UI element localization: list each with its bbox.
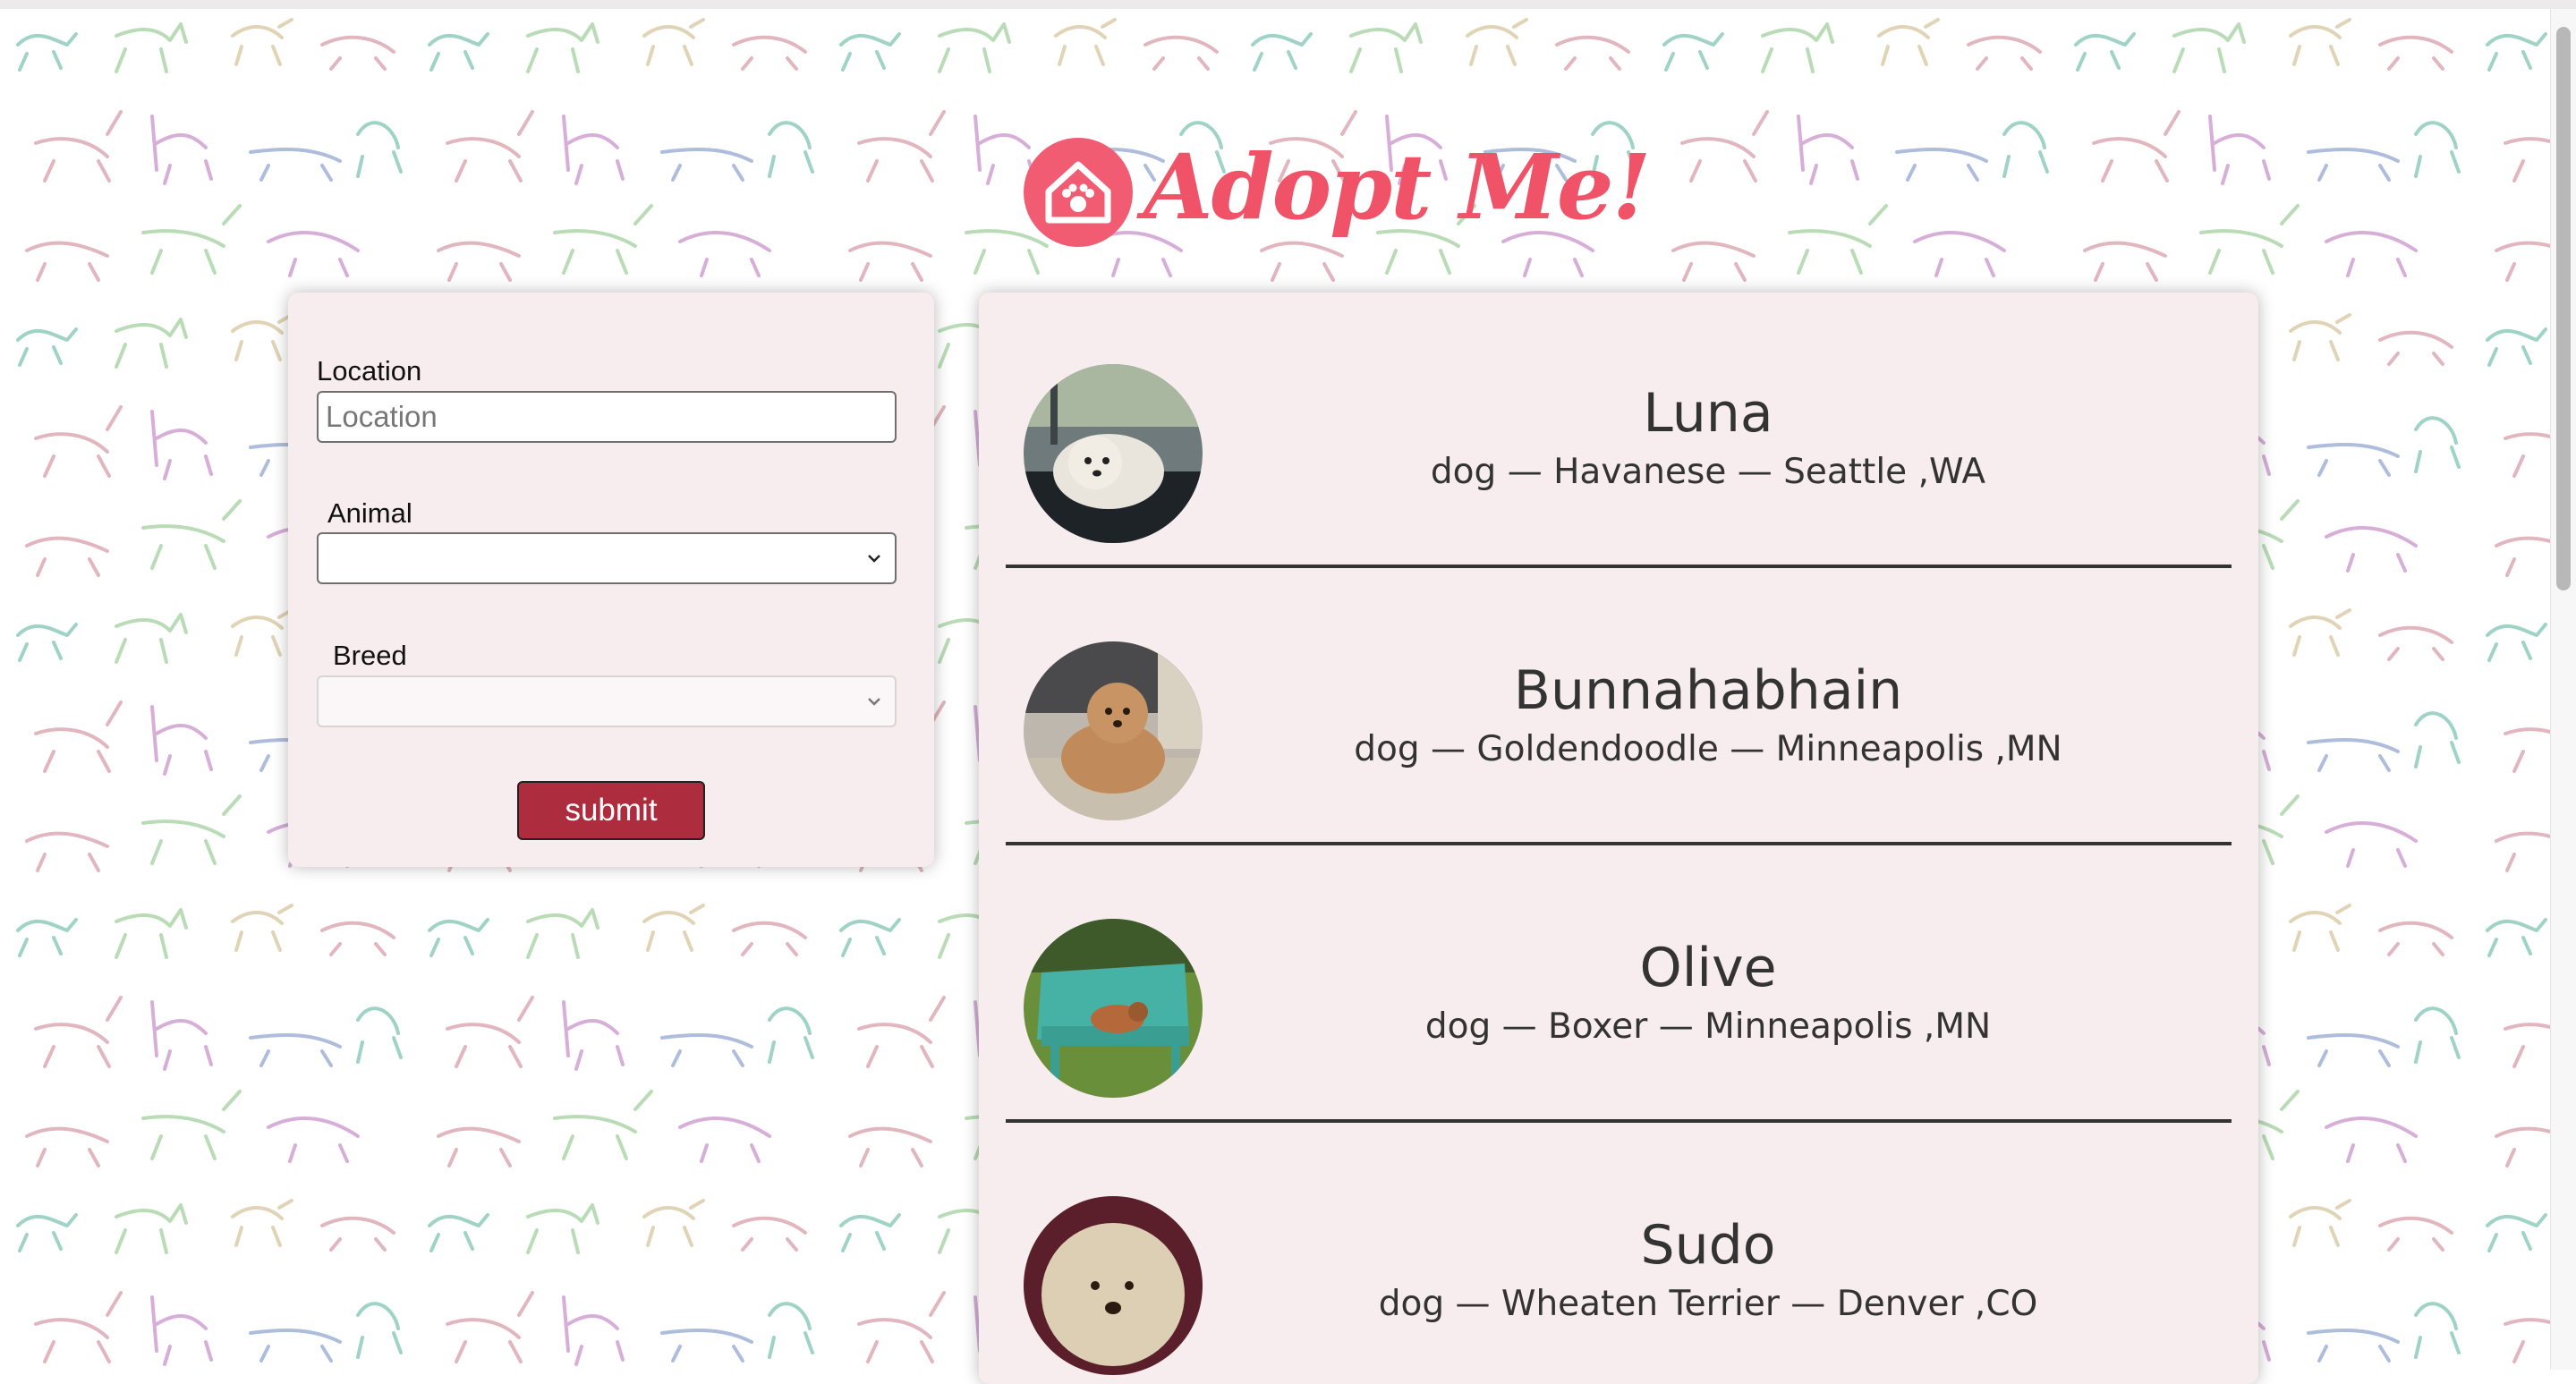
- divider: [1006, 842, 2232, 845]
- pet-name: Olive: [1639, 937, 1777, 999]
- pet-name: Luna: [1643, 382, 1773, 445]
- pet-info: dog — Havanese — Seattle ,WA: [1430, 452, 1986, 492]
- pet-card[interactable]: Bunnahabhain dog — Goldendoodle — Minnea…: [1006, 570, 2232, 845]
- pet-info: dog — Goldendoodle — Minneapolis ,MN: [1354, 729, 2062, 769]
- chevron-down-icon: [868, 555, 880, 563]
- pet-photo-luna: [1024, 364, 1203, 543]
- scrollbar-thumb[interactable]: [2556, 27, 2571, 590]
- pet-photo-olive: [1024, 919, 1203, 1098]
- search-form: Location Animal Breed submit: [288, 293, 934, 867]
- location-input[interactable]: [317, 391, 897, 443]
- divider: [1006, 1119, 2232, 1123]
- location-label: Location: [317, 355, 422, 386]
- pet-card[interactable]: Sudo dog — Wheaten Terrier — Denver ,CO: [1006, 1125, 2232, 1384]
- browser-top-edge: [0, 0, 2576, 9]
- submit-button[interactable]: submit: [517, 781, 705, 840]
- pet-card[interactable]: Olive dog — Boxer — Minneapolis ,MN: [1006, 847, 2232, 1123]
- scrollbar[interactable]: [2550, 9, 2576, 1370]
- pet-name: Bunnahabhain: [1513, 659, 1903, 722]
- site-logo-text[interactable]: Adopt Me!: [1143, 134, 1651, 240]
- pet-info: dog — Boxer — Minneapolis ,MN: [1424, 1006, 1992, 1047]
- pet-name: Sudo: [1640, 1214, 1776, 1277]
- site-header: Adopt Me!: [1020, 134, 1651, 259]
- divider: [1006, 565, 2232, 568]
- pet-photo-bunnahabhain: [1024, 641, 1203, 820]
- pet-results-list: Luna dog — Havanese — Seattle ,WA Bunnah…: [979, 293, 2258, 1384]
- pet-card[interactable]: Luna dog — Havanese — Seattle ,WA: [1006, 293, 2232, 568]
- chevron-down-icon: [868, 698, 880, 706]
- pet-photo-sudo: [1024, 1196, 1203, 1375]
- breed-label: Breed: [333, 640, 407, 671]
- animal-select[interactable]: [317, 532, 897, 584]
- animal-label: Animal: [327, 497, 412, 529]
- breed-select[interactable]: [317, 675, 897, 727]
- paw-house-logo-icon: [1024, 138, 1133, 247]
- pet-info: dog — Wheaten Terrier — Denver ,CO: [1378, 1284, 2038, 1324]
